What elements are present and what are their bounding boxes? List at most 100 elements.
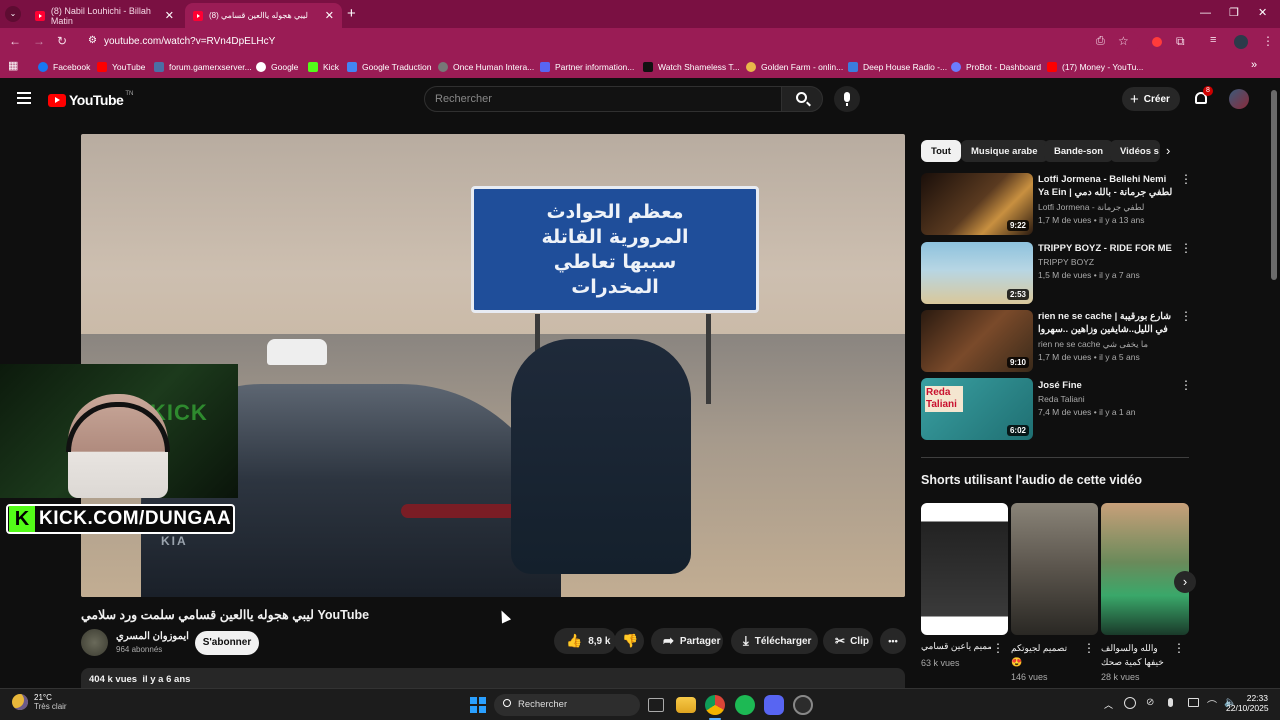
reload-icon[interactable]: ↻: [57, 34, 67, 48]
bookmark-partner-information[interactable]: Partner information...: [540, 60, 634, 74]
windows-start-icon[interactable]: [468, 695, 488, 715]
page-scrollbar[interactable]: [1271, 90, 1277, 280]
tray-app-icon[interactable]: [1124, 697, 1136, 709]
tray-chevron-icon[interactable]: ︿: [1104, 698, 1113, 711]
share-button[interactable]: ➦ Partager: [651, 628, 723, 654]
install-app-icon[interactable]: ⎙: [1096, 35, 1105, 48]
more-options-icon[interactable]: ⋮: [1180, 310, 1192, 322]
bookmark-golden-farm[interactable]: Golden Farm - onlin...: [746, 60, 843, 74]
bookmark-star-icon[interactable]: ☆: [1118, 34, 1129, 48]
minimize-icon[interactable]: —: [1200, 7, 1211, 19]
rec-thumbnail[interactable]: Reda Taliani 6:02: [921, 378, 1033, 440]
weather-widget[interactable]: 21°C Très clair: [12, 693, 67, 711]
short-title[interactable]: والله والسوالف خيفها كمية صحك: [1101, 641, 1165, 669]
subscribe-button[interactable]: S'abonner: [195, 631, 259, 655]
site-info-icon[interactable]: ⚙: [88, 35, 97, 46]
chip-musique-arabe[interactable]: Musique arabe: [961, 140, 1048, 162]
new-tab-button[interactable]: +: [347, 5, 356, 22]
more-options-icon[interactable]: ⋮: [1180, 173, 1192, 185]
tab-current-video[interactable]: (8) ليبي هجوله ياالعين قسامي ✕: [185, 3, 342, 28]
more-actions-button[interactable]: •••: [880, 628, 906, 654]
short-title[interactable]: تصميم ياعين قسامي: [921, 641, 991, 652]
channel-avatar[interactable]: [81, 629, 108, 656]
display-tray-icon[interactable]: [1188, 698, 1199, 707]
address-bar[interactable]: ⚙ youtube.com/watch?v=RVn4DpELHcY: [80, 31, 1140, 53]
account-avatar[interactable]: [1229, 89, 1249, 109]
extension-icon[interactable]: [1152, 37, 1162, 47]
more-options-icon[interactable]: ⋮: [992, 642, 1004, 654]
rec-thumbnail[interactable]: 2:53: [921, 242, 1033, 304]
profile-avatar[interactable]: [1234, 35, 1248, 49]
forward-icon[interactable]: →: [33, 34, 45, 48]
more-bookmarks-icon[interactable]: »: [1251, 59, 1257, 71]
bookmark-gamerxserver[interactable]: forum.gamerxserver...: [154, 60, 252, 74]
chip-videos[interactable]: Vidéos s: [1110, 140, 1160, 162]
notifications-button[interactable]: 8: [1193, 86, 1213, 108]
description-box[interactable]: 404 k vues il y a 6 ans: [81, 668, 905, 688]
rec-title[interactable]: José Fine: [1038, 379, 1174, 392]
more-options-icon[interactable]: ⋮: [1173, 642, 1185, 654]
tray-app-icon[interactable]: ⊘: [1146, 697, 1154, 708]
download-button[interactable]: ⤓ Télécharger: [731, 628, 818, 654]
close-tab-icon[interactable]: ✕: [165, 9, 174, 22]
close-window-icon[interactable]: ✕: [1258, 6, 1267, 19]
short-thumbnail[interactable]: [921, 503, 1008, 635]
bookmark-money-youtube[interactable]: (17) Money - YouTu...: [1047, 60, 1143, 74]
task-view-icon[interactable]: [648, 698, 664, 712]
apps-grid-icon[interactable]: ▦: [8, 59, 18, 72]
tab-list-button[interactable]: ⌄: [5, 6, 21, 22]
rec-thumbnail[interactable]: 9:10: [921, 310, 1033, 372]
back-icon[interactable]: ←: [9, 34, 21, 48]
chip-bande-son[interactable]: Bande-son: [1044, 140, 1114, 162]
rec-thumbnail[interactable]: 9:22: [921, 173, 1033, 235]
chrome-icon[interactable]: [705, 695, 725, 715]
clip-button[interactable]: ✂ Clip: [823, 628, 873, 654]
shorts-next-button[interactable]: ›: [1174, 571, 1196, 593]
settings-app-icon[interactable]: [793, 695, 813, 715]
like-button[interactable]: 👍 8,9 k: [554, 628, 616, 654]
bookmark-probot[interactable]: ProBot - Dashboard: [951, 60, 1041, 74]
bookmark-kick[interactable]: Kick: [308, 60, 339, 74]
microphone-tray-icon[interactable]: [1168, 698, 1173, 707]
search-input[interactable]: Rechercher: [435, 93, 492, 105]
taskbar-search[interactable]: Rechercher: [494, 694, 640, 716]
bookmark-once-human[interactable]: Once Human Intera...: [438, 60, 534, 74]
bookmark-youtube[interactable]: YouTube: [97, 60, 145, 74]
discord-icon[interactable]: [764, 695, 784, 715]
chip-tout[interactable]: Tout: [921, 140, 961, 162]
network-tray-icon[interactable]: ⌒: [1207, 697, 1217, 712]
voice-search-button[interactable]: [834, 86, 860, 112]
restore-icon[interactable]: ❐: [1229, 6, 1239, 19]
clock[interactable]: 22:33 22/10/2025: [1226, 693, 1269, 713]
channel-name[interactable]: ايموزوان المسري: [116, 631, 189, 642]
guide-menu-icon[interactable]: [17, 92, 31, 104]
more-options-icon[interactable]: ⋮: [1180, 379, 1192, 391]
more-options-icon[interactable]: ⋮: [1083, 642, 1095, 654]
extensions-puzzle-icon[interactable]: ⧉: [1176, 34, 1185, 49]
tab-nabil-louhichi[interactable]: (8) Nabil Louhichi - Billah Matin ✕: [27, 3, 182, 28]
rec-channel[interactable]: Reda Taliani: [1038, 393, 1178, 406]
bookmark-facebook[interactable]: Facebook: [38, 60, 90, 74]
chips-next-icon[interactable]: ›: [1166, 143, 1170, 158]
rec-channel[interactable]: TRIPPY BOYZ: [1038, 256, 1178, 269]
short-thumbnail[interactable]: [1101, 503, 1189, 635]
rec-channel[interactable]: Lotfi Jormena - لطفي جرمانة: [1038, 201, 1178, 214]
search-button[interactable]: [781, 86, 823, 112]
rec-channel[interactable]: rien ne se cache ما يخفى شي: [1038, 338, 1178, 351]
bookmark-watch-shameless[interactable]: Watch Shameless T...: [643, 60, 740, 74]
short-thumbnail[interactable]: [1011, 503, 1098, 635]
bookmark-google[interactable]: Google: [256, 60, 298, 74]
browser-menu-icon[interactable]: ⋮: [1262, 34, 1274, 48]
search-box[interactable]: Rechercher: [424, 86, 782, 112]
more-options-icon[interactable]: ⋮: [1180, 242, 1192, 254]
short-title[interactable]: تصميم لجيوتكم 😍: [1011, 641, 1075, 669]
reading-list-icon[interactable]: ≡: [1210, 34, 1216, 46]
bookmark-google-traduction[interactable]: Google Traduction: [347, 60, 431, 74]
rec-title[interactable]: rien ne se cache | شارع بورقيبة في الليل…: [1038, 310, 1174, 336]
create-button[interactable]: + Créer: [1122, 87, 1180, 111]
spotify-icon[interactable]: [735, 695, 755, 715]
rec-title[interactable]: TRIPPY BOYZ - RIDE FOR ME: [1038, 242, 1174, 255]
rec-title[interactable]: Lotfi Jormena - Bellehi Nemi Ya Ein | لط…: [1038, 173, 1174, 199]
youtube-logo[interactable]: YouTube TN: [48, 91, 133, 108]
bookmark-deep-house-radio[interactable]: Deep House Radio -...: [848, 60, 947, 74]
